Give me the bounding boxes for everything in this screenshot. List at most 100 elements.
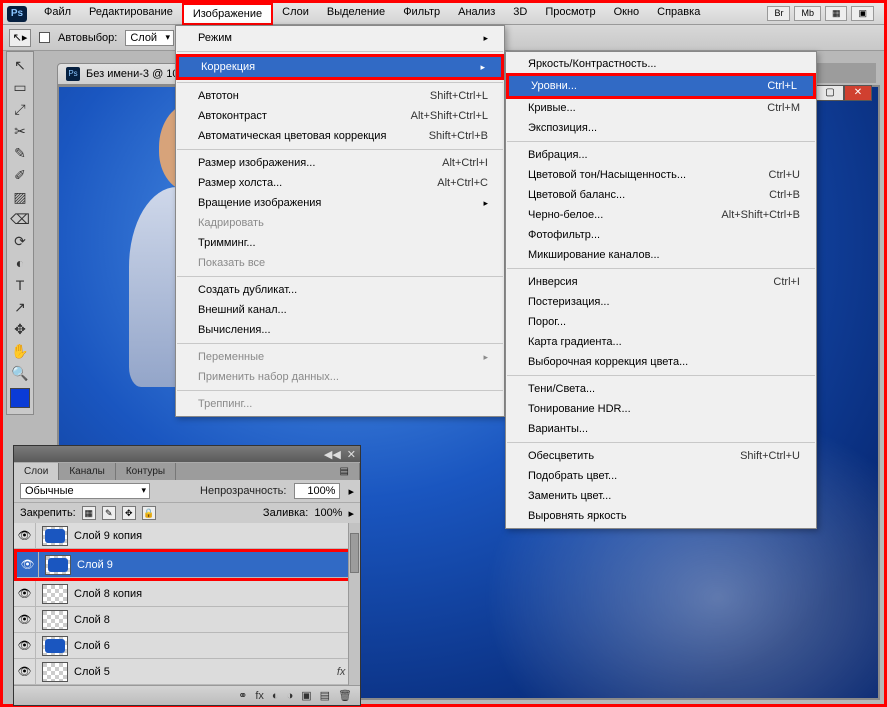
menu-item[interactable]: Кривые...Ctrl+M [506, 98, 816, 118]
layer-row[interactable]: 👁Слой 9 копия [14, 523, 360, 549]
menu-item[interactable]: Подобрать цвет... [506, 466, 816, 486]
menu-item[interactable]: Размер изображения...Alt+Ctrl+I [176, 153, 504, 173]
tab-layers[interactable]: Слои [14, 463, 59, 480]
layer-mask-icon[interactable]: ◐ [272, 690, 279, 702]
link-layers-icon[interactable]: ⚭ [238, 689, 247, 702]
visibility-icon[interactable]: 👁 [14, 633, 36, 658]
opacity-input[interactable]: 100% [294, 483, 340, 499]
menu-item[interactable]: Внешний канал... [176, 300, 504, 320]
opacity-arrow-icon[interactable]: ▸ [348, 485, 354, 498]
lock-transparency-icon[interactable]: ▦ [82, 506, 96, 520]
layer-row[interactable]: 👁Слой 5fx ▾ [14, 659, 360, 685]
tool-button[interactable]: ▭ [8, 76, 32, 98]
layer-row[interactable]: 👁Слой 8 [14, 607, 360, 633]
menu-item[interactable]: Коррекция [179, 57, 501, 77]
menu-item[interactable]: Постеризация... [506, 292, 816, 312]
layer-thumbnail[interactable] [42, 636, 68, 656]
new-layer-icon[interactable]: ▤ [320, 689, 330, 702]
panel-collapse-icon[interactable]: ◀◀ [324, 448, 341, 461]
tool-button[interactable]: ⌫ [8, 208, 32, 230]
menu-3d[interactable]: 3D [504, 3, 536, 25]
layer-row[interactable]: 👁Слой 6 [14, 633, 360, 659]
menu-item[interactable]: Выборочная коррекция цвета... [506, 352, 816, 372]
menu-item[interactable]: Вибрация... [506, 145, 816, 165]
foreground-swatch[interactable] [10, 388, 30, 408]
menu-item[interactable]: Вычисления... [176, 320, 504, 340]
layer-thumbnail[interactable] [42, 584, 68, 604]
menu-редактирование[interactable]: Редактирование [80, 3, 182, 25]
menu-item[interactable]: Заменить цвет... [506, 486, 816, 506]
tool-button[interactable]: ↖ [8, 54, 32, 76]
menu-item[interactable]: Микширование каналов... [506, 245, 816, 265]
menu-item[interactable]: Карта градиента... [506, 332, 816, 352]
close-button[interactable]: ✕ [844, 85, 872, 101]
layer-row[interactable]: 👁Слой 8 копия [14, 581, 360, 607]
menu-фильтр[interactable]: Фильтр [394, 3, 449, 25]
tool-button[interactable]: T [8, 274, 32, 296]
autoselect-select[interactable]: Слой [125, 30, 174, 46]
menu-окно[interactable]: Окно [605, 3, 649, 25]
menu-item[interactable]: Цветовой баланс...Ctrl+B [506, 185, 816, 205]
blend-mode-select[interactable]: Обычные [20, 483, 150, 499]
tab-paths[interactable]: Контуры [116, 463, 176, 480]
tool-button[interactable]: ↗ [8, 296, 32, 318]
layer-thumbnail[interactable] [45, 555, 71, 575]
layer-thumbnail[interactable] [42, 526, 68, 546]
lock-pixels-icon[interactable]: ✎ [102, 506, 116, 520]
lock-position-icon[interactable]: ✥ [122, 506, 136, 520]
visibility-icon[interactable]: 👁 [14, 523, 36, 548]
lock-all-icon[interactable]: 🔒 [142, 506, 156, 520]
layer-thumbnail[interactable] [42, 662, 68, 682]
menu-item[interactable]: Создать дубликат... [176, 280, 504, 300]
visibility-icon[interactable]: 👁 [14, 607, 36, 632]
tool-button[interactable]: ⤢ [8, 98, 32, 120]
menu-item[interactable]: Уровни...Ctrl+L [509, 76, 813, 96]
fill-input[interactable]: 100% [314, 507, 342, 519]
tool-button[interactable]: ◐ [8, 252, 32, 274]
menu-item[interactable]: Варианты... [506, 419, 816, 439]
layer-thumbnail[interactable] [42, 610, 68, 630]
delete-layer-icon[interactable]: 🗑 [338, 689, 352, 702]
tool-button[interactable]: 🔍 [8, 362, 32, 384]
autoselect-checkbox[interactable] [39, 32, 50, 43]
visibility-icon[interactable]: 👁 [17, 552, 39, 577]
menu-item[interactable]: АвтотонShift+Ctrl+L [176, 86, 504, 106]
tab-channels[interactable]: Каналы [59, 463, 116, 480]
menu-item[interactable]: АвтоконтрастAlt+Shift+Ctrl+L [176, 106, 504, 126]
layer-row[interactable]: 👁Слой 9 [17, 552, 357, 578]
badge-br[interactable]: Br [767, 6, 790, 21]
screen-mode-icon[interactable]: ▣ [851, 6, 874, 21]
layer-style-icon[interactable]: fx [255, 690, 264, 702]
tool-button[interactable]: ⟳ [8, 230, 32, 252]
badge-mb[interactable]: Mb [794, 6, 821, 21]
menu-item[interactable]: Экспозиция... [506, 118, 816, 138]
panel-close-icon[interactable]: ✕ [347, 448, 356, 461]
menu-item[interactable]: Тримминг... [176, 233, 504, 253]
menu-item[interactable]: Порог... [506, 312, 816, 332]
adjustment-layer-icon[interactable]: ◑ [287, 690, 294, 702]
menu-item[interactable]: Режим [176, 28, 504, 48]
menu-item[interactable]: Выровнять яркость [506, 506, 816, 526]
menu-item[interactable]: Тонирование HDR... [506, 399, 816, 419]
tool-button[interactable]: ✥ [8, 318, 32, 340]
tool-button[interactable]: ▨ [8, 186, 32, 208]
menu-item[interactable]: Фотофильтр... [506, 225, 816, 245]
menu-item[interactable]: Тени/Света... [506, 379, 816, 399]
menu-item[interactable]: Яркость/Контрастность... [506, 54, 816, 74]
menu-item[interactable]: Черно-белое...Alt+Shift+Ctrl+B [506, 205, 816, 225]
move-tool-icon[interactable]: ↖▸ [9, 29, 31, 47]
menu-анализ[interactable]: Анализ [449, 3, 504, 25]
maximize-button[interactable]: ▢ [816, 85, 844, 101]
tool-button[interactable]: ✐ [8, 164, 32, 186]
visibility-icon[interactable]: 👁 [14, 581, 36, 606]
menu-справка[interactable]: Справка [648, 3, 709, 25]
menu-изображение[interactable]: Изображение [182, 3, 273, 25]
fill-arrow-icon[interactable]: ▸ [348, 507, 354, 520]
menu-item[interactable]: Цветовой тон/Насыщенность...Ctrl+U [506, 165, 816, 185]
visibility-icon[interactable]: 👁 [14, 659, 36, 684]
menu-item[interactable]: ИнверсияCtrl+I [506, 272, 816, 292]
menu-слои[interactable]: Слои [273, 3, 318, 25]
menu-выделение[interactable]: Выделение [318, 3, 394, 25]
menu-файл[interactable]: Файл [35, 3, 80, 25]
tool-button[interactable]: ✎ [8, 142, 32, 164]
